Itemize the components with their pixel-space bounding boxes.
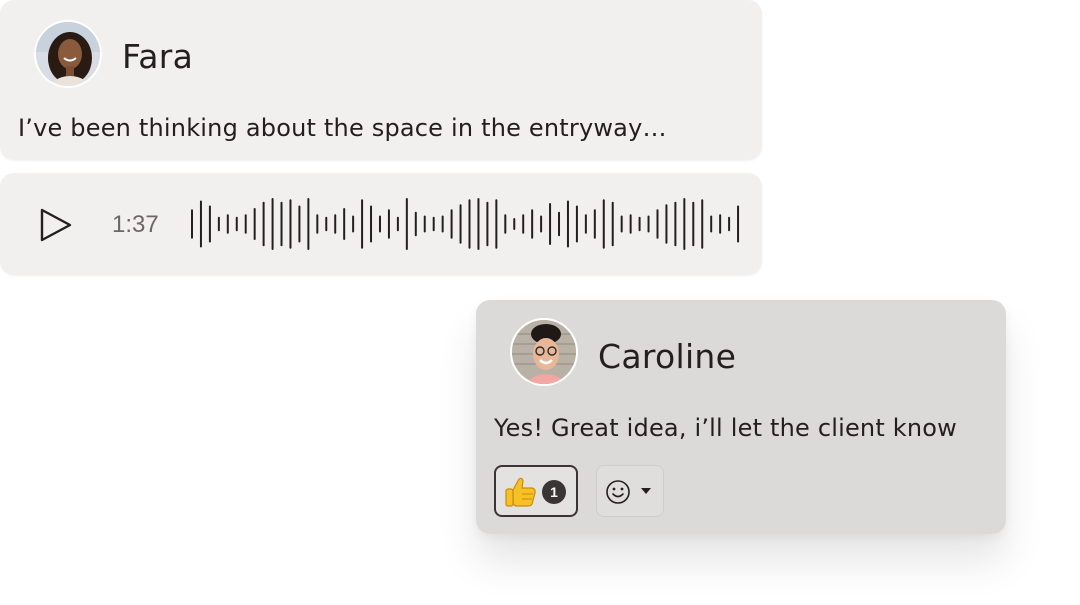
add-reaction-button[interactable] <box>596 465 664 517</box>
audio-waveform[interactable] <box>188 197 743 251</box>
fara-avatar[interactable] <box>34 20 102 88</box>
person-avatar-icon <box>512 320 576 384</box>
audio-duration: 1:37 <box>112 211 159 238</box>
play-icon[interactable] <box>36 206 74 244</box>
chevron-down-icon <box>641 488 651 494</box>
smiley-icon <box>606 480 630 504</box>
author-name-caroline: Caroline <box>598 337 737 376</box>
author-name-fara: Fara <box>122 37 194 76</box>
message-text-caroline: Yes! Great idea, i’ll let the client kno… <box>494 414 957 442</box>
audio-message-card: 1:37 <box>0 173 762 275</box>
message-card-fara: Fara I’ve been thinking about the space … <box>0 0 762 160</box>
thumbs-up-reaction-button[interactable]: 1 <box>494 465 578 517</box>
reaction-count-badge: 1 <box>542 480 566 504</box>
caroline-avatar[interactable] <box>510 318 578 386</box>
message-card-caroline: Caroline Yes! Great idea, i’ll let the c… <box>476 300 1006 534</box>
person-avatar-icon <box>36 22 100 86</box>
thumbs-up-icon <box>505 477 536 507</box>
message-text-fara: I’ve been thinking about the space in th… <box>18 114 667 142</box>
